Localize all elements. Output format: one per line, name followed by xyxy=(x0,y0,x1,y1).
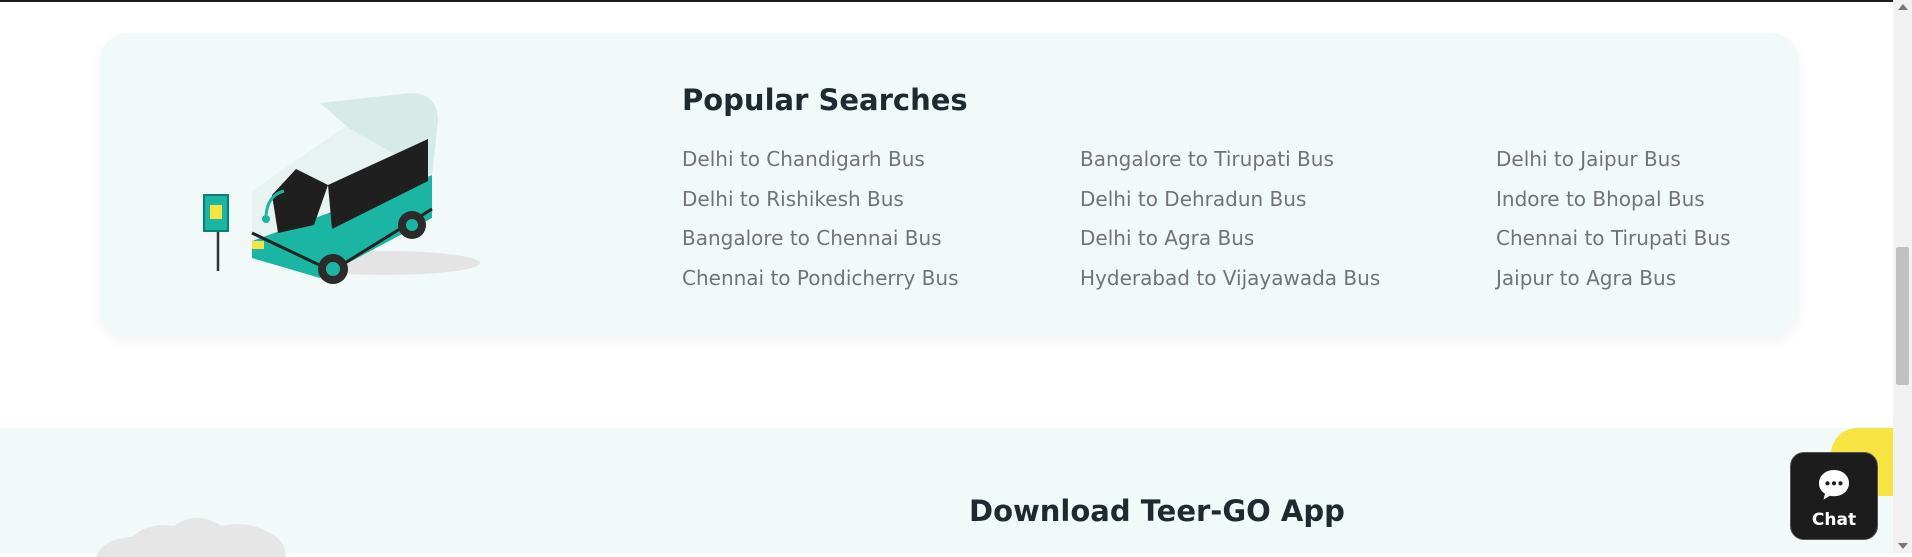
route-link-bangalore-tirupati[interactable]: Bangalore to Tirupati Bus xyxy=(1080,147,1334,171)
scrollbar-thumb[interactable] xyxy=(1896,247,1909,385)
chat-bubble-icon xyxy=(1819,470,1849,500)
route-link-indore-bhopal[interactable]: Indore to Bhopal Bus xyxy=(1496,187,1705,211)
route-link-bangalore-chennai[interactable]: Bangalore to Chennai Bus xyxy=(682,226,942,250)
route-link-delhi-agra[interactable]: Delhi to Agra Bus xyxy=(1080,226,1254,250)
route-link-delhi-rishikesh[interactable]: Delhi to Rishikesh Bus xyxy=(682,187,904,211)
route-link-chennai-tirupati[interactable]: Chennai to Tirupati Bus xyxy=(1496,226,1730,250)
route-link-chennai-pondicherry[interactable]: Chennai to Pondicherry Bus xyxy=(682,266,959,290)
route-link-jaipur-agra[interactable]: Jaipur to Agra Bus xyxy=(1496,266,1676,290)
page-scrollbar[interactable] xyxy=(1893,0,1912,553)
popular-searches-title: Popular Searches xyxy=(682,83,968,117)
cloud-illustration xyxy=(96,518,286,557)
route-link-delhi-jaipur[interactable]: Delhi to Jaipur Bus xyxy=(1496,147,1681,171)
popular-searches-card: Popular Searches Delhi to Chandigarh Bus… xyxy=(100,33,1799,336)
bus-illustration xyxy=(203,93,480,284)
route-link-delhi-dehradun[interactable]: Delhi to Dehradun Bus xyxy=(1080,187,1306,211)
scroll-down-arrow-icon[interactable] xyxy=(1898,543,1908,549)
chat-button[interactable]: Chat xyxy=(1790,452,1878,540)
download-app-title: Download Teer-GO App xyxy=(969,494,1345,528)
top-divider xyxy=(0,0,1893,2)
route-link-delhi-chandigarh[interactable]: Delhi to Chandigarh Bus xyxy=(682,147,925,171)
route-link-hyderabad-vijayawada[interactable]: Hyderabad to Vijayawada Bus xyxy=(1080,266,1380,290)
chat-label: Chat xyxy=(1811,510,1857,530)
download-app-section: Download Teer-GO App xyxy=(0,428,1893,557)
scroll-up-arrow-icon[interactable] xyxy=(1898,4,1908,10)
